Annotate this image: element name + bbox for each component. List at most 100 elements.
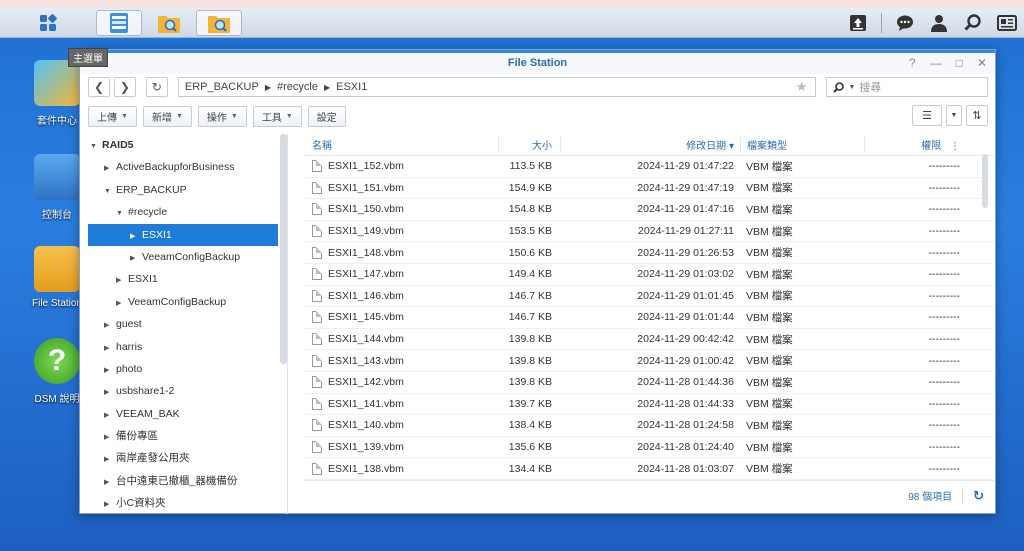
table-row[interactable]: ESXI1_151.vbm 154.9 KB 2024-11-29 01:47:19…: [304, 178, 994, 200]
caret-right-icon[interactable]: ▶: [104, 472, 116, 494]
caret-right-icon[interactable]: ▶: [104, 427, 116, 449]
tree-item[interactable]: ▼ ERP_BACKUP: [80, 179, 287, 201]
table-row[interactable]: ESXI1_144.vbm 139.8 KB 2024-11-29 00:42:42…: [304, 329, 994, 351]
caret-down-icon[interactable]: ▼: [116, 203, 128, 225]
table-row[interactable]: ESXI1_152.vbm 113.5 KB 2024-11-29 01:47:22…: [304, 156, 994, 178]
main-menu-button[interactable]: [4, 10, 92, 36]
action-button[interactable]: 操作 ▼: [197, 105, 247, 127]
tree-item[interactable]: ▶ guest: [80, 313, 287, 335]
file-list: 名稱 大小 修改日期 ▾ 檔案類型 權限 ⋮ ESXI1_152.vbm 113.…: [304, 134, 994, 480]
create-button[interactable]: 新增 ▼: [142, 105, 192, 127]
column-header-type[interactable]: 檔案類型: [740, 137, 864, 152]
control-panel-icon: [110, 13, 128, 33]
caret-right-icon[interactable]: ▶: [116, 293, 128, 315]
taskbar-app-file-station-2[interactable]: [196, 10, 242, 36]
search-box[interactable]: ▼ 搜尋: [826, 77, 988, 97]
table-row[interactable]: ESXI1_141.vbm 139.7 KB 2024-11-28 01:44:33…: [304, 394, 994, 416]
minimize-button[interactable]: —: [930, 53, 942, 73]
tree-item[interactable]: ▶ ActiveBackupforBusiness: [80, 156, 287, 178]
forward-button[interactable]: ❯: [113, 77, 136, 97]
path-segment[interactable]: ESXI1: [336, 81, 367, 93]
caret-right-icon[interactable]: ▶: [104, 449, 116, 471]
caret-down-icon[interactable]: ▼: [90, 136, 102, 158]
file-type: VBM 檔案: [746, 419, 793, 432]
tree-item[interactable]: ▶ VeeamConfigBackup: [80, 291, 287, 313]
user-button[interactable]: [922, 8, 956, 38]
notifications-button[interactable]: [888, 8, 922, 38]
tree-item[interactable]: ▶ 台中遠東已撤櫃_器機備份: [80, 470, 287, 492]
refresh-icon: ↻: [151, 80, 162, 94]
tree-item[interactable]: ▶ 兩岸產發公用夾: [80, 447, 287, 469]
caret-right-icon[interactable]: ▶: [104, 360, 116, 382]
tree-item[interactable]: ▶ ESXI1: [88, 223, 278, 248]
close-button[interactable]: ✕: [977, 53, 987, 73]
tree-item[interactable]: ▶ 小C資料夾: [80, 492, 287, 514]
chevron-right-icon: ▶: [323, 82, 331, 92]
more-icon[interactable]: ⋮: [950, 141, 960, 152]
column-header-permission[interactable]: 權限 ⋮: [864, 137, 970, 152]
back-button[interactable]: ❮: [88, 77, 110, 97]
caret-right-icon[interactable]: ▶: [130, 248, 142, 270]
tree-item[interactable]: ▶ ESXI1: [80, 268, 287, 290]
table-row[interactable]: ESXI1_139.vbm 135.6 KB 2024-11-28 01:24:40…: [304, 437, 994, 459]
path-segment[interactable]: ERP_BACKUP: [185, 81, 259, 93]
maximize-button[interactable]: □: [956, 53, 963, 73]
table-row[interactable]: ESXI1_148.vbm 150.6 KB 2024-11-29 01:26:53…: [304, 242, 994, 264]
table-row[interactable]: ESXI1_143.vbm 139.8 KB 2024-11-29 01:00:42…: [304, 350, 994, 372]
caret-right-icon[interactable]: ▶: [130, 226, 142, 248]
caret-right-icon[interactable]: ▶: [104, 382, 116, 404]
caret-right-icon[interactable]: ▶: [116, 270, 128, 292]
tree-item-label: ESXI1: [142, 228, 172, 241]
window-titlebar[interactable]: File Station ? — □ ✕: [80, 50, 995, 74]
taskbar-app-control-panel[interactable]: [96, 10, 142, 36]
path-bar[interactable]: ERP_BACKUP ▶ #recycle ▶ ESXI1 ★: [177, 77, 817, 97]
table-row[interactable]: ESXI1_146.vbm 146.7 KB 2024-11-29 01:01:45…: [304, 286, 994, 308]
tree-item[interactable]: ▼ RAID5: [80, 134, 287, 156]
refresh-icon[interactable]: ↻: [973, 488, 984, 504]
caret-down-icon[interactable]: ▼: [104, 181, 116, 203]
table-row[interactable]: ESXI1_150.vbm 154.8 KB 2024-11-29 01:47:16…: [304, 199, 994, 221]
taskbar-app-file-station[interactable]: [146, 10, 192, 36]
caret-right-icon[interactable]: ▶: [104, 315, 116, 337]
settings-button[interactable]: 設定: [307, 105, 346, 127]
upload-button[interactable]: 上傳 ▼: [88, 105, 137, 127]
file-size: 154.8 KB: [508, 203, 552, 216]
search-button[interactable]: [956, 8, 990, 38]
upload-queue-button[interactable]: [841, 8, 875, 38]
help-button[interactable]: ?: [909, 53, 916, 73]
view-dropdown-button[interactable]: ▼: [946, 105, 962, 126]
tree-item[interactable]: ▶ VEEAM_BAK: [80, 403, 287, 425]
column-header-date[interactable]: 修改日期 ▾: [560, 137, 740, 152]
refresh-button[interactable]: ↻: [145, 77, 168, 97]
tree-item[interactable]: ▶ harris: [80, 336, 287, 358]
star-icon[interactable]: ★: [796, 79, 808, 95]
path-segment[interactable]: #recycle: [277, 81, 318, 93]
column-header-size[interactable]: 大小: [498, 137, 560, 152]
sort-button[interactable]: ⇅: [966, 105, 988, 126]
table-row[interactable]: ESXI1_140.vbm 138.4 KB 2024-11-28 01:24:58…: [304, 415, 994, 437]
tree-item[interactable]: ▶ usbshare1-2: [80, 380, 287, 402]
table-row[interactable]: ESXI1_147.vbm 149.4 KB 2024-11-29 01:03:02…: [304, 264, 994, 286]
caret-right-icon[interactable]: ▶: [104, 405, 116, 427]
tree-item[interactable]: ▶ 備份專區: [80, 425, 287, 447]
table-row[interactable]: ESXI1_145.vbm 146.7 KB 2024-11-29 01:01:44…: [304, 307, 994, 329]
caret-right-icon[interactable]: ▶: [104, 494, 116, 514]
file-permission: ---------: [928, 289, 960, 302]
column-header-name[interactable]: 名稱: [304, 137, 498, 152]
list-view-button[interactable]: ☰: [912, 105, 942, 126]
file-type: VBM 檔案: [746, 463, 793, 476]
table-row[interactable]: ESXI1_142.vbm 139.8 KB 2024-11-28 01:44:36…: [304, 372, 994, 394]
tools-button[interactable]: 工具 ▼: [252, 105, 302, 127]
tree-item[interactable]: ▶ VeeamConfigBackup: [80, 246, 287, 268]
tree-item[interactable]: ▶ photo: [80, 358, 287, 380]
caret-right-icon[interactable]: ▶: [104, 338, 116, 360]
folder-search-icon: [158, 16, 180, 33]
tree-item[interactable]: ▼ #recycle: [80, 201, 287, 223]
status-bar: 98 個項目 ↻: [304, 480, 994, 510]
table-row[interactable]: ESXI1_138.vbm 134.4 KB 2024-11-28 01:03:07…: [304, 458, 994, 480]
caret-right-icon[interactable]: ▶: [104, 158, 116, 180]
table-row[interactable]: ESXI1_149.vbm 153.5 KB 2024-11-29 01:27:11…: [304, 221, 994, 243]
file-list-scrollbar[interactable]: [982, 154, 988, 208]
widgets-button[interactable]: [990, 8, 1024, 38]
file-size: 149.4 KB: [508, 268, 552, 281]
